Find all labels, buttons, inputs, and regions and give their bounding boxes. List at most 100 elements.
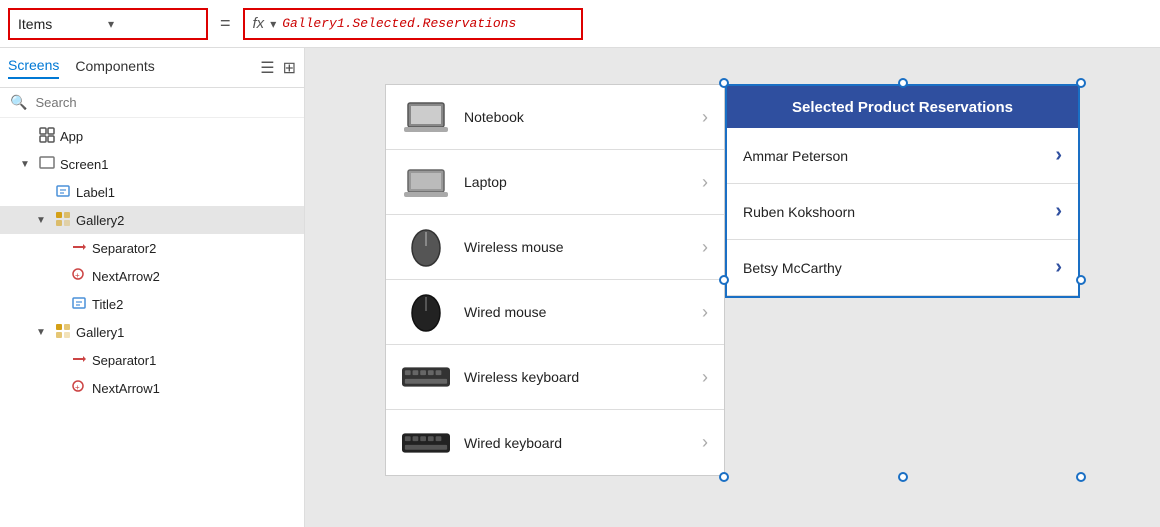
product-icon [402,292,450,332]
tree-icon: + [70,379,88,398]
reservation-name: Ammar Peterson [743,148,1055,164]
reservation-chevron: › [1055,200,1062,223]
product-item[interactable]: Wireless mouse › [386,215,724,280]
handle-br[interactable] [1076,472,1086,482]
reservation-item[interactable]: Ammar Peterson › [727,128,1078,184]
product-arrow: › [702,367,708,388]
tree-label: NextArrow2 [92,269,160,284]
canvas-content: Notebook › Laptop › Wireless mouse › Wir… [385,84,1080,476]
tree-item-app[interactable]: App [0,122,304,150]
product-name: Wired mouse [464,304,688,320]
items-dropdown[interactable]: Items ▾ [8,8,208,40]
reservation-chevron: › [1055,256,1062,279]
handle-bm[interactable] [898,472,908,482]
product-name: Wireless keyboard [464,369,688,385]
reservation-chevron: › [1055,144,1062,167]
reservations-header: Selected Product Reservations [727,86,1078,128]
handle-ml[interactable] [719,275,729,285]
tree-label: Gallery2 [76,213,124,228]
handle-tl[interactable] [719,78,729,88]
tree-item-nextarrow2[interactable]: + NextArrow2 [0,262,304,290]
tree-label: Screen1 [60,157,108,172]
reservation-item[interactable]: Ruben Kokshoorn › [727,184,1078,240]
tree-icon: + [70,267,88,286]
product-gallery: Notebook › Laptop › Wireless mouse › Wir… [385,84,725,476]
reservation-name: Ruben Kokshoorn [743,204,1055,220]
sidebar-tabs: Screens Components ☰ ⊞ [0,48,304,88]
svg-text:+: + [75,383,80,392]
product-icon [402,423,450,463]
tree-item-screen1[interactable]: ▼ Screen1 [0,150,304,178]
tree-arrow: ▼ [36,327,50,338]
grid-view-icon[interactable]: ⊞ [283,58,296,78]
tree-item-nextarrow1[interactable]: + NextArrow1 [0,374,304,402]
product-icon [402,357,450,397]
tree-label: Title2 [92,297,123,312]
product-item[interactable]: Notebook › [386,85,724,150]
tree-icon [70,295,88,314]
product-arrow: › [702,107,708,128]
tab-components[interactable]: Components [75,58,154,78]
tree-item-title2[interactable]: Title2 [0,290,304,318]
handle-tr[interactable] [1076,78,1086,88]
tree-label: Gallery1 [76,325,124,340]
top-bar: Items ▾ = fx ▾ Gallery1.Selected.Reserva… [0,0,1160,48]
tree-icon [70,351,88,370]
product-icon [402,227,450,267]
tree-arrow: ▼ [36,215,50,226]
formula-bar[interactable]: fx ▾ Gallery1.Selected.Reservations [243,8,583,40]
tree-item-label1[interactable]: Label1 [0,178,304,206]
main-layout: Screens Components ☰ ⊞ 🔍 App ▼ Screen1 L… [0,48,1160,527]
items-dropdown-label: Items [18,16,108,32]
tree-label: App [60,129,83,144]
product-name: Laptop [464,174,688,190]
product-arrow: › [702,432,708,453]
tree-icon [54,323,72,342]
product-item[interactable]: Wired keyboard › [386,410,724,475]
tree-arrow: ▼ [20,159,34,170]
reservation-list: Ammar Peterson › Ruben Kokshoorn › Betsy… [727,128,1078,296]
tree-item-separator1[interactable]: Separator1 [0,346,304,374]
tree-label: Separator2 [92,241,156,256]
product-item[interactable]: Laptop › [386,150,724,215]
sidebar: Screens Components ☰ ⊞ 🔍 App ▼ Screen1 L… [0,48,305,527]
tree-area: App ▼ Screen1 Label1 ▼ Gallery2 Separato… [0,118,304,527]
tree-icon [70,239,88,258]
reservations-wrapper: Selected Product Reservations Ammar Pete… [725,84,1080,476]
reservation-item[interactable]: Betsy McCarthy › [727,240,1078,296]
search-icon: 🔍 [10,94,27,111]
tree-item-gallery2[interactable]: ▼ Gallery2 [0,206,304,234]
handle-mr[interactable] [1076,275,1086,285]
tree-label: Label1 [76,185,115,200]
tree-icon [54,211,72,230]
product-arrow: › [702,172,708,193]
tree-label: NextArrow1 [92,381,160,396]
tab-screens[interactable]: Screens [8,57,59,79]
svg-text:+: + [75,271,80,280]
product-item[interactable]: Wireless keyboard › [386,345,724,410]
product-arrow: › [702,302,708,323]
reservation-name: Betsy McCarthy [743,260,1055,276]
sidebar-search: 🔍 [0,88,304,118]
search-input[interactable] [35,95,294,110]
tree-label: Separator1 [92,353,156,368]
product-item[interactable]: Wired mouse › [386,280,724,345]
handle-bl[interactable] [719,472,729,482]
product-icon [402,97,450,137]
canvas-area: Notebook › Laptop › Wireless mouse › Wir… [305,48,1160,527]
reservations-panel: Selected Product Reservations Ammar Pete… [725,84,1080,298]
product-name: Wired keyboard [464,435,688,451]
handle-tm[interactable] [898,78,908,88]
items-dropdown-chevron: ▾ [108,17,198,31]
product-arrow: › [702,237,708,258]
fx-icon: fx [253,15,265,32]
tree-icon [38,127,56,146]
tree-item-separator2[interactable]: Separator2 [0,234,304,262]
sidebar-tab-icons: ☰ ⊞ [260,58,296,78]
fx-chevron: ▾ [270,17,276,31]
tree-icon [38,155,56,174]
tree-item-gallery1[interactable]: ▼ Gallery1 [0,318,304,346]
list-view-icon[interactable]: ☰ [260,58,274,78]
product-name: Wireless mouse [464,239,688,255]
product-icon [402,162,450,202]
